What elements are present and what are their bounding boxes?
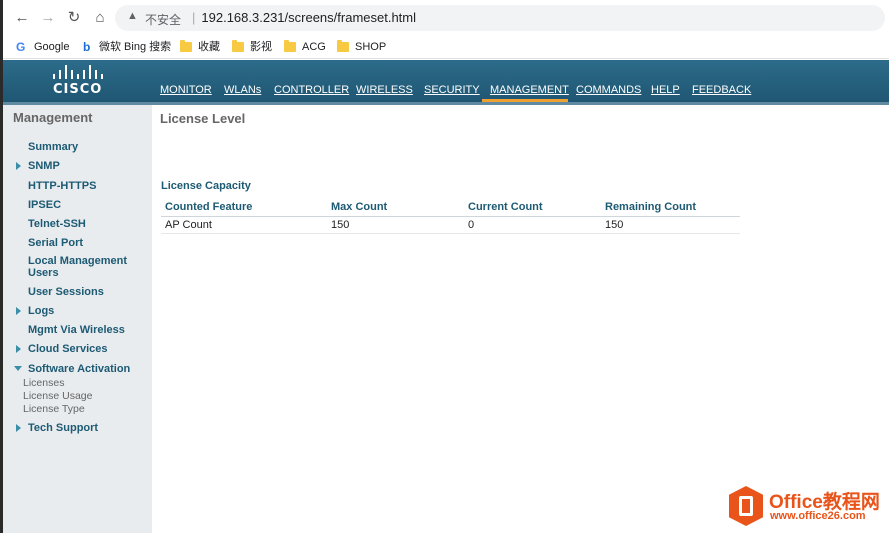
bookmark-bing[interactable]: b 微软 Bing 搜索 bbox=[83, 39, 171, 55]
table-header-row: Counted Feature Max Count Current Count … bbox=[161, 199, 740, 217]
sidebar-item-telnet-ssh[interactable]: Telnet-SSH bbox=[28, 218, 86, 230]
table-cell: 150 bbox=[327, 216, 464, 234]
column-header: Current Count bbox=[464, 199, 601, 217]
home-icon[interactable]: ⌂ bbox=[91, 9, 109, 27]
office-logo-icon bbox=[729, 486, 763, 526]
back-icon[interactable]: ← bbox=[13, 9, 31, 27]
bookmark-google[interactable]: G Google bbox=[16, 39, 69, 55]
menu-feedback[interactable]: FEEDBACK bbox=[692, 84, 751, 96]
browser-toolbar: ← → ↻ ⌂ ▲ 不安全 | 192.168.3.231/screens/fra… bbox=[3, 0, 889, 35]
expand-arrow-icon[interactable] bbox=[16, 424, 21, 432]
warning-icon: ▲ bbox=[127, 10, 138, 22]
sidebar-item-ipsec[interactable]: IPSEC bbox=[28, 199, 61, 211]
folder-icon bbox=[284, 40, 296, 53]
sidebar-item-local-management-users-2[interactable]: Users bbox=[28, 267, 59, 279]
expand-arrow-icon[interactable] bbox=[16, 307, 21, 315]
sidebar-item-http-https[interactable]: HTTP-HTTPS bbox=[28, 180, 96, 192]
bing-icon: b bbox=[83, 40, 91, 55]
sidebar-item-user-sessions[interactable]: User Sessions bbox=[28, 286, 104, 298]
address-bar[interactable]: ▲ 不安全 | 192.168.3.231/screens/frameset.ht… bbox=[115, 5, 885, 31]
sidebar-item-software-activation[interactable]: Software Activation bbox=[28, 363, 130, 375]
bookmark-label: 影视 bbox=[250, 41, 272, 53]
table-cell: 0 bbox=[464, 216, 601, 234]
sidebar-subitem-licenses[interactable]: Licenses bbox=[23, 377, 64, 389]
sidebar: Management Summary SNMP HTTP-HTTPS IPSEC… bbox=[3, 105, 152, 533]
menu-controller[interactable]: CONTROLLER bbox=[274, 84, 349, 96]
page-title: License Level bbox=[160, 111, 246, 126]
menu-commands[interactable]: COMMANDS bbox=[576, 84, 641, 96]
bookmark-label: Google bbox=[34, 41, 70, 53]
logo-text: CISCO bbox=[53, 82, 103, 97]
bookmark-folder-acg[interactable]: ACG bbox=[284, 39, 326, 55]
bookmarks-bar: G Google b 微软 Bing 搜索 收藏 影视 ACG SHOP bbox=[3, 35, 889, 59]
bookmark-folder-shop[interactable]: SHOP bbox=[337, 39, 386, 55]
sidebar-subitem-license-type[interactable]: License Type bbox=[23, 403, 85, 415]
column-header: Counted Feature bbox=[161, 199, 327, 217]
license-capacity-table: Counted Feature Max Count Current Count … bbox=[161, 199, 740, 234]
menu-wireless[interactable]: WIRELESS bbox=[356, 84, 413, 96]
forward-icon[interactable]: → bbox=[39, 9, 57, 27]
sidebar-title: Management bbox=[13, 110, 93, 125]
column-header: Max Count bbox=[327, 199, 464, 217]
sidebar-item-summary[interactable]: Summary bbox=[28, 141, 78, 153]
sidebar-subitem-license-usage[interactable]: License Usage bbox=[23, 390, 92, 402]
folder-icon bbox=[337, 40, 349, 53]
watermark: Office教程网 www.office26.com bbox=[727, 483, 889, 533]
sidebar-item-serial-port[interactable]: Serial Port bbox=[28, 237, 83, 249]
menu-management[interactable]: MANAGEMENT bbox=[490, 84, 569, 96]
table-row: AP Count 150 0 150 bbox=[161, 216, 740, 234]
sidebar-item-snmp[interactable]: SNMP bbox=[28, 160, 60, 172]
bookmark-folder-video[interactable]: 影视 bbox=[232, 39, 272, 55]
active-tab-indicator bbox=[482, 99, 568, 102]
table-cell: AP Count bbox=[161, 216, 327, 234]
table-cell: 150 bbox=[601, 216, 740, 234]
url-separator: | bbox=[192, 10, 196, 25]
sidebar-item-local-management-users[interactable]: Local Management bbox=[28, 255, 127, 267]
google-icon: G bbox=[16, 40, 26, 55]
column-header: Remaining Count bbox=[601, 199, 740, 217]
main-content: License Level License Capacity Counted F… bbox=[152, 105, 889, 533]
expand-arrow-icon[interactable] bbox=[16, 162, 21, 170]
menu-help[interactable]: HELP bbox=[651, 84, 680, 96]
cisco-logo: CISCO bbox=[49, 65, 109, 99]
bookmark-label: ACG bbox=[302, 41, 326, 53]
cisco-bridge-icon bbox=[51, 65, 107, 79]
folder-icon bbox=[232, 40, 244, 53]
collapse-arrow-icon[interactable] bbox=[14, 366, 22, 371]
reload-icon[interactable]: ↻ bbox=[65, 9, 83, 27]
menu-monitor[interactable]: MONITOR bbox=[160, 84, 212, 96]
expand-arrow-icon[interactable] bbox=[16, 345, 21, 353]
menu-wlans[interactable]: WLANs bbox=[224, 84, 261, 96]
sidebar-item-mgmt-via-wireless[interactable]: Mgmt Via Wireless bbox=[28, 324, 125, 336]
sidebar-item-tech-support[interactable]: Tech Support bbox=[28, 422, 98, 434]
bookmark-label: 微软 Bing 搜索 bbox=[99, 41, 172, 53]
bookmark-folder-favorites[interactable]: 收藏 bbox=[180, 39, 220, 55]
bookmark-label: 收藏 bbox=[198, 41, 220, 53]
folder-icon bbox=[180, 40, 192, 53]
sidebar-item-cloud-services[interactable]: Cloud Services bbox=[28, 343, 107, 355]
menu-security[interactable]: SECURITY bbox=[424, 84, 480, 96]
watermark-url: www.office26.com bbox=[770, 510, 866, 522]
app-window: ← → ↻ ⌂ ▲ 不安全 | 192.168.3.231/screens/fra… bbox=[0, 0, 889, 533]
insecure-label: 不安全 bbox=[145, 13, 182, 27]
sidebar-item-logs[interactable]: Logs bbox=[28, 305, 54, 317]
section-title: License Capacity bbox=[161, 180, 251, 192]
url-value: 192.168.3.231/screens/frameset.html bbox=[201, 10, 417, 25]
cisco-header: CISCO MONITOR WLANs CONTROLLER WIRELESS … bbox=[3, 60, 889, 105]
url-text: | 192.168.3.231/screens/frameset.html bbox=[192, 10, 416, 25]
bookmark-label: SHOP bbox=[355, 41, 387, 53]
